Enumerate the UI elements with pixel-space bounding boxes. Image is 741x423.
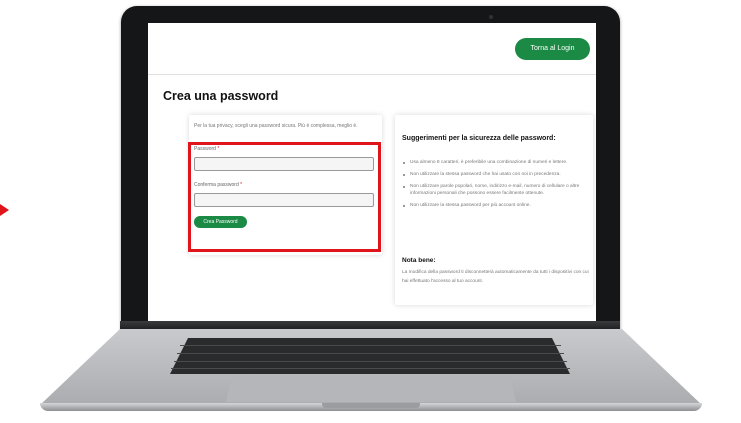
laptop-trackpad [226, 376, 516, 402]
tip-item: Non utilizzare la stessa password che ha… [402, 171, 588, 178]
webcam-icon [489, 15, 493, 19]
note-title: Nota bene: [402, 257, 436, 264]
site-header: Torna al Login [148, 23, 596, 75]
tips-title: Suggerimenti per la sicurezza delle pass… [402, 135, 556, 142]
keyboard-row [174, 361, 567, 362]
keyboard-row [171, 368, 570, 369]
note-text: La modifica della password ti disconnett… [402, 270, 589, 284]
tips-list: Usa almeno 8 caratteri, è preferibile un… [402, 159, 588, 214]
keyboard-row [180, 345, 561, 346]
back-to-login-button[interactable]: Torna al Login [515, 38, 590, 60]
screenshot-stage: Torna al Login Crea una password Per la … [0, 0, 741, 423]
tip-item: Usa almeno 8 caratteri, è preferibile un… [402, 159, 588, 166]
tip-item: Non utilizzare la stessa password per pi… [402, 202, 588, 209]
form-intro-text: Per la tua privacy, scegli una password … [194, 123, 358, 129]
pointer-arrow-icon [0, 204, 9, 216]
security-tips-card: Suggerimenti per la sicurezza delle pass… [395, 115, 593, 305]
tip-item: Non utilizzare parole popolari, nome, in… [402, 183, 588, 197]
laptop-lid-notch [322, 403, 420, 408]
keyboard-row [177, 353, 564, 354]
highlight-box [188, 142, 381, 252]
page-title: Crea una password [163, 89, 279, 103]
